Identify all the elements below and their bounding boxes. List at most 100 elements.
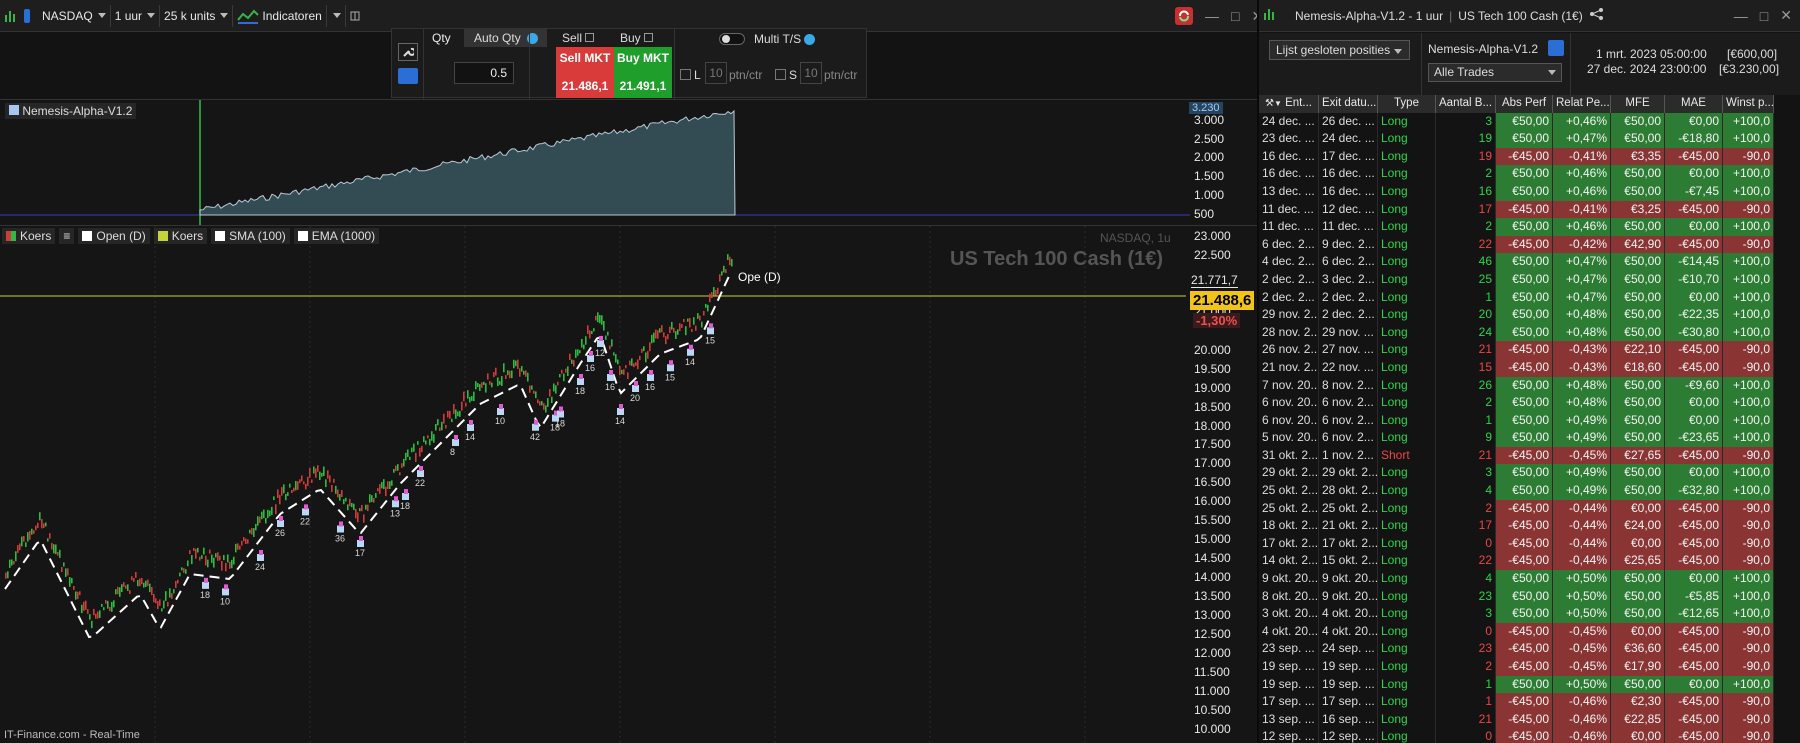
trade-marker [689,344,693,350]
table-row[interactable]: 7 nov. 20... 8 nov. 2... Long 26 €50,00 +0,48… [1259,376,1800,395]
table-row[interactable]: 13 sep. ... 16 sep. ... Long 21 -€45,00 -0,46… [1259,710,1800,729]
edit-icon[interactable] [1548,40,1564,56]
price-tick: 16.500 [1194,475,1231,490]
price-tick: 12.000 [1194,645,1231,660]
mfe: €50,00 [1611,130,1665,148]
col-exit[interactable]: Exit datu... [1319,95,1378,113]
abs-perf: €50,00 [1496,570,1553,588]
chart-icon[interactable] [0,5,22,27]
equity-tick: 1.000 [1194,188,1225,202]
entry-date: 11 dec. ... [1259,200,1319,219]
equity-tick: 3.000 [1194,113,1225,127]
table-row[interactable]: 25 okt. 2... 28 okt. 2... Long 4 €50,00 +0,49… [1259,482,1800,500]
table-row[interactable]: 4 dec. 2... 6 dec. 2... Long 46 €50,00 +0,47%… [1259,253,1800,271]
table-row[interactable]: 17 sep. ... 17 sep. ... Long 1 -€45,00 -0,46%… [1259,693,1800,711]
view-select[interactable]: Lijst gesloten posities [1269,40,1410,60]
col-abs-perf[interactable]: Abs Perf [1496,95,1553,113]
multi-toggle[interactable] [719,33,745,45]
panel-toggle-icon[interactable] [346,5,364,27]
trade-type: Long [1378,464,1436,483]
profit-pct: +100,0 [1723,394,1774,412]
s-checkbox[interactable] [775,69,786,80]
refresh-icon[interactable] [1175,7,1193,25]
share-icon[interactable] [1589,7,1605,24]
table-body: 24 dec. ... 26 dec. ... Long 3 €50,00 +0,46% €… [1259,112,1800,743]
maximize-icon[interactable]: □ [1760,8,1768,24]
table-row[interactable]: 21 nov. 2... 22 nov. ... Long 15 -€45,00 -0,4… [1259,358,1800,377]
indicators-button[interactable]: Indicatoren [233,4,327,27]
view-select-label: Lijst gesloten posities [1276,43,1391,57]
instrument-select[interactable]: NASDAQ [38,4,111,27]
header-label: Ent... [1285,97,1312,109]
col-type[interactable]: Type [1378,95,1436,113]
table-row[interactable]: 31 okt. 2... 1 nov. 2... Short 21 -€45,00 -0,… [1259,446,1800,465]
table-row[interactable]: 12 sep. ... 12 sep. ... Long 0 -€45,00 -0,46%… [1259,728,1800,743]
wrench-icon[interactable]: ⚒ [1265,98,1274,109]
trades-filter[interactable]: Alle Trades [1428,63,1562,82]
table-row[interactable]: 19 sep. ... 19 sep. ... Long 1 €50,00 +0,50% €… [1259,675,1800,694]
price-tick: 19.000 [1194,380,1231,395]
trade-marker [619,404,623,409]
table-row[interactable]: 26 nov. 2... 27 nov. ... Long 21 -€45,00 -0,4… [1259,341,1800,359]
close-icon[interactable]: ✕ [1780,7,1792,24]
mfe: €22,10 [1611,341,1665,359]
trade-marker [452,439,459,446]
table-row[interactable]: 2 dec. 2... 2 dec. 2... Long 1 €50,00 +0,47% €… [1259,288,1800,307]
l-checkbox[interactable] [680,69,691,80]
table-row[interactable]: 11 dec. ... 11 dec. ... Long 2 €50,00 +0,46% €… [1259,218,1800,236]
table-row[interactable]: 23 sep. ... 24 sep. ... Long 23 -€45,00 -0,45… [1259,640,1800,658]
table-row[interactable]: 24 dec. ... 26 dec. ... Long 3 €50,00 +0,46% €… [1259,112,1800,131]
table-row[interactable]: 13 dec. ... 16 dec. ... Long 16 €50,00 +0,46%… [1259,182,1800,201]
table-row[interactable]: 19 sep. ... 19 sep. ... Long 2 -€45,00 -0,45%… [1259,658,1800,676]
trade-count-label: 15 [705,335,715,345]
sell-mkt-button[interactable]: Sell MKT 21.486,1 [556,47,614,98]
table-row[interactable]: 16 dec. ... 16 dec. ... Long 2 €50,00 +0,46% €… [1259,165,1800,183]
col-mae[interactable]: MAE [1665,95,1723,113]
table-row[interactable]: 4 okt. 20... 4 okt. 20... Long 0 -€45,00 -0,4… [1259,622,1800,641]
table-row[interactable]: 11 dec. ... 12 dec. ... Long 17 -€45,00 -0,41… [1259,200,1800,219]
qty-input[interactable]: 0.5 [454,62,514,84]
table-row[interactable]: 29 okt. 2... 29 okt. 2... Long 3 €50,00 +0,49… [1259,464,1800,483]
entry-date: 14 okt. 2... [1259,552,1319,571]
table-row[interactable]: 5 nov. 20... 6 nov. 2... Long 9 €50,00 +0,49%… [1259,429,1800,447]
timeframe-select[interactable]: 1 uur [111,4,161,27]
col-mfe[interactable]: MFE [1611,95,1665,113]
buy-mkt-button[interactable]: Buy MKT 21.491,1 [614,47,672,98]
maximize-icon[interactable]: □ [1231,8,1239,24]
sort-icon[interactable]: ▼ [1274,99,1282,108]
chevron-down-icon [220,13,229,18]
table-row[interactable]: 6 nov. 20... 6 nov. 2... Long 1 €50,00 +0,49%… [1259,411,1800,430]
col-entry[interactable]: ⚒▼ Ent... [1259,95,1319,113]
link-icon[interactable] [22,5,38,27]
trade-type: Long [1378,288,1436,307]
indicators-dropdown[interactable] [327,4,346,27]
table-row[interactable]: 29 nov. 2... 2 dec. 2... Long 20 €50,00 +0,48… [1259,306,1800,324]
table-row[interactable]: 6 dec. 2... 9 dec. 2... Long 22 -€45,00 -0,42… [1259,235,1800,254]
table-row[interactable]: 25 okt. 2... 25 okt. 2... Long 2 -€45,00 -0,4… [1259,499,1800,518]
table-row[interactable]: 23 dec. ... 24 dec. ... Long 19 €50,00 +0,47%… [1259,130,1800,148]
col-rel-perf[interactable]: Relat Pe... [1553,95,1611,113]
table-row[interactable]: 17 okt. 2... 17 okt. 2... Long 0 -€45,00 -0,4… [1259,534,1800,553]
bar-count: 26 [1436,376,1496,395]
auto-qty-tab[interactable]: Auto Qty [464,29,547,47]
units-select[interactable]: 25 k units [160,4,234,27]
table-row[interactable]: 18 okt. 2... 21 okt. 2... Long 17 -€45,00 -0,… [1259,517,1800,535]
minimize-icon[interactable]: — [1734,8,1748,24]
s-input[interactable]: 10 [800,62,822,84]
col-count[interactable]: Aantal B... [1436,95,1496,113]
keyboard-icon[interactable] [398,68,418,84]
price-panel: Koers ≡ Open (D) Koers SMA (100) EMA (10… [0,225,1257,743]
col-profit[interactable]: Winst p... [1723,95,1774,113]
table-row[interactable]: 8 okt. 20... 9 okt. 20... Long 23 €50,00 +0,5… [1259,587,1800,606]
table-row[interactable]: 2 dec. 2... 3 dec. 2... Long 25 €50,00 +0,47%… [1259,270,1800,289]
table-row[interactable]: 16 dec. ... 17 dec. ... Long 19 -€45,00 -0,41… [1259,147,1800,166]
table-row[interactable]: 6 nov. 20... 6 nov. 2... Long 2 €50,00 +0,48%… [1259,394,1800,412]
table-row[interactable]: 14 okt. 2... 15 okt. 2... Long 22 -€45,00 -0,… [1259,552,1800,571]
price-tick: 22.500 [1194,247,1231,262]
table-row[interactable]: 9 okt. 20... 9 okt. 20... Long 4 €50,00 +0,50… [1259,570,1800,588]
minimize-icon[interactable]: — [1205,8,1219,24]
wrench-icon[interactable] [398,43,418,61]
table-row[interactable]: 3 okt. 20... 4 okt. 20... Long 3 €50,00 +0,50… [1259,605,1800,623]
l-input[interactable]: 10 [705,62,727,84]
table-row[interactable]: 28 nov. 2... 29 nov. ... Long 24 €50,00 +0,48… [1259,323,1800,342]
